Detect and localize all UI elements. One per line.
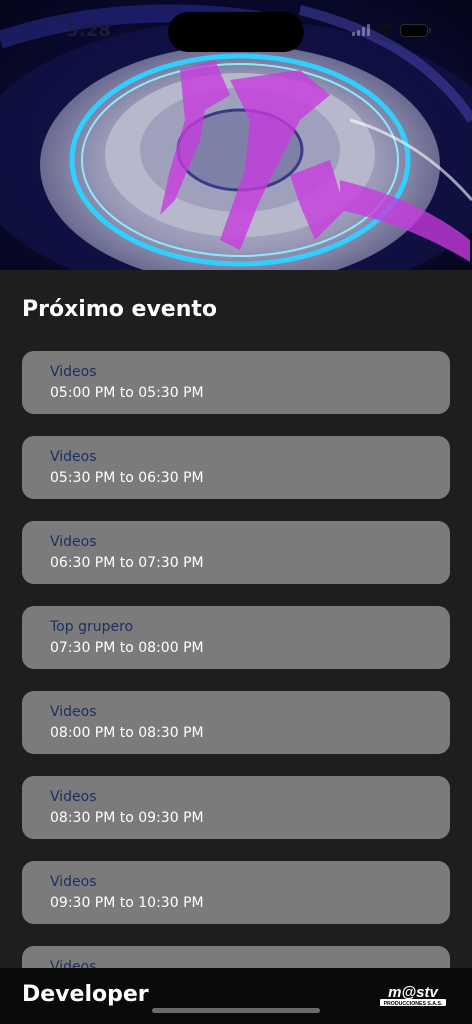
event-card[interactable]: Videos 05:30 PM to 06:30 PM	[22, 436, 450, 499]
event-card[interactable]: Videos 09:30 PM to 10:30 PM	[22, 861, 450, 924]
signal-icon	[352, 24, 370, 36]
event-time: 06:30 PM to 07:30 PM	[50, 555, 204, 571]
logo-subtext: PRODUCCIONES S.A.S.	[384, 1001, 443, 1007]
event-card[interactable]: Videos 08:00 PM to 08:30 PM	[22, 691, 450, 754]
event-name: Videos	[50, 534, 97, 550]
event-name: Videos	[50, 789, 97, 805]
event-list: Videos 05:00 PM to 05:30 PM Videos 05:30…	[22, 351, 450, 1024]
section-title: Próximo evento	[22, 297, 217, 322]
status-bar: 5:28	[0, 0, 472, 54]
status-time: 5:28	[66, 20, 111, 41]
event-time: 08:30 PM to 09:30 PM	[50, 810, 204, 826]
event-card[interactable]: Videos 08:30 PM to 09:30 PM	[22, 776, 450, 839]
event-name: Videos	[50, 449, 97, 465]
status-icons	[352, 22, 431, 38]
event-time: 05:30 PM to 06:30 PM	[50, 470, 204, 486]
event-time: 07:30 PM to 08:00 PM	[50, 640, 204, 656]
wifi-icon	[376, 23, 394, 37]
home-indicator[interactable]	[152, 1008, 320, 1013]
event-name: Videos	[50, 364, 97, 380]
event-name: Videos	[50, 874, 97, 890]
event-name: Videos	[50, 704, 97, 720]
event-card[interactable]: Videos 06:30 PM to 07:30 PM	[22, 521, 450, 584]
battery-icon	[400, 23, 431, 37]
event-time: 05:00 PM to 05:30 PM	[50, 385, 204, 401]
event-card[interactable]: Videos 05:00 PM to 05:30 PM	[22, 351, 450, 414]
event-time: 08:00 PM to 08:30 PM	[50, 725, 204, 741]
event-card[interactable]: Top grupero 07:30 PM to 08:00 PM	[22, 606, 450, 669]
bottom-bar: Developer m@stv PRODUCCIONES S.A.S.	[0, 968, 472, 1024]
event-name: Top grupero	[50, 619, 134, 635]
logo-text: m@stv	[388, 984, 439, 1001]
mastv-logo[interactable]: m@stv PRODUCCIONES S.A.S.	[378, 983, 448, 1007]
developer-label: Developer	[22, 982, 149, 1007]
dynamic-island	[168, 12, 304, 52]
event-time: 09:30 PM to 10:30 PM	[50, 895, 204, 911]
